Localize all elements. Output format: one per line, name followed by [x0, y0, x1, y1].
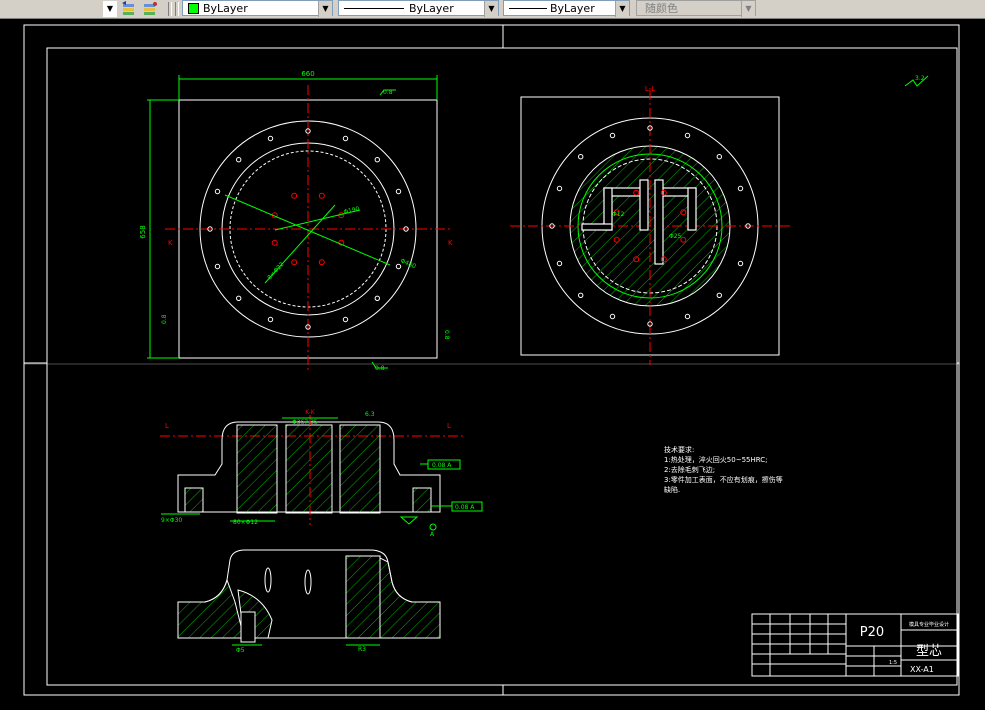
dim-hole: 8×Φ22: [266, 261, 286, 282]
bolt-hole: [342, 316, 349, 323]
dim-width: 660: [301, 70, 314, 78]
pin-hole: [291, 259, 298, 266]
title-block: P20 模具专业毕业设计 型芯 XX-A1 1:5: [751, 613, 959, 677]
plotstyle-label: 随颜色: [645, 2, 678, 15]
chevron-down-icon[interactable]: ▼: [318, 1, 332, 17]
detail-view: Φ5 R3: [177, 549, 441, 654]
lineweight-control[interactable]: ByLayer ▼: [503, 0, 630, 17]
section-mark-right: K: [448, 239, 453, 247]
rough-kk-top: 6.3: [365, 411, 375, 418]
bolt-hole: [578, 292, 584, 298]
dim-bolt: Φ190: [343, 205, 361, 216]
properties-toolbar: ▼ ByLayer ▼ ByLayer ▼ ByLayer ▼ 随颜色 ▼: [0, 0, 985, 19]
toolbar-separator: [175, 2, 179, 16]
bolt-hole: [395, 188, 402, 195]
bolt-hole: [684, 313, 691, 320]
drawing-canvas[interactable]: 660 658 Φ480 Φ190 8×Φ22 K K 0.8 0.8 0.8 …: [0, 18, 985, 705]
title-part-no: P20: [860, 625, 884, 640]
chevron-down-icon[interactable]: ▼: [484, 1, 498, 17]
tol-frame-2: 0.08 A: [455, 504, 475, 511]
plan-view-right: L-L Φ12 Φ25: [510, 85, 790, 365]
color-swatch: [188, 3, 199, 14]
tech-line-4: 缺陷.: [664, 485, 680, 494]
color-control[interactable]: ByLayer ▼: [182, 0, 333, 17]
bolt-hole: [236, 295, 242, 301]
tech-title: 技术要求:: [664, 445, 694, 454]
section-mark-left: K: [168, 239, 173, 247]
bolt-hole: [374, 157, 380, 163]
pin-hole: [318, 192, 325, 199]
chevron-down-icon[interactable]: ▼: [615, 1, 629, 17]
section-mark-kk-right: L: [447, 422, 451, 430]
corner-rough-value: 3.2: [915, 75, 925, 82]
bolt-hole: [716, 154, 722, 160]
bolt-hole: [609, 132, 616, 139]
dim-height: 658: [139, 225, 147, 238]
bolt-hole: [578, 154, 584, 160]
bolt-hole: [267, 135, 274, 142]
bolt-hole: [684, 132, 691, 139]
pin-hole: [271, 239, 278, 246]
layer-previous-icon[interactable]: [121, 1, 137, 16]
tech-requirements: 技术要求: 1:热处理，淬火回火50~55HRC; 2:去除毛刺飞边; 3:零件…: [664, 445, 783, 494]
pin-hole: [318, 259, 325, 266]
tech-line-2: 2:去除毛刺飞边;: [664, 465, 715, 474]
pin-hole: [291, 192, 298, 199]
lineweight-label: ByLayer: [550, 2, 595, 15]
dim-kk-bottom: 80×Φ12: [233, 519, 258, 526]
bolt-hole: [267, 316, 274, 323]
bolt-hole: [737, 185, 744, 192]
tech-line-1: 1:热处理，淬火回火50~55HRC;: [664, 455, 768, 464]
dim-detail-2: R3: [358, 646, 366, 653]
color-label: ByLayer: [203, 2, 248, 15]
drawing-frame: [23, 24, 960, 696]
lineweight-preview: [509, 8, 547, 9]
datum-a: A: [430, 531, 435, 538]
linetype-preview: [344, 8, 404, 9]
tol-frame-1: 0.08 A: [432, 462, 452, 469]
bolt-hole: [374, 295, 380, 301]
linetype-control[interactable]: ByLayer ▼: [338, 0, 499, 17]
tech-line-3: 3:零件加工表面，不应有划痕，擦伤等: [664, 475, 783, 484]
bolt-hole: [716, 292, 722, 298]
plotstyle-control: 随颜色 ▼: [636, 0, 756, 17]
dim-detail-1: Φ5: [236, 647, 245, 654]
corner-roughness: 3.2: [904, 75, 929, 87]
title-part-name: 型芯: [916, 644, 942, 659]
dim-kk-top: Φ367.35: [292, 419, 318, 426]
bolt-hole: [236, 157, 242, 163]
section-view-kk: K-K Φ367.35 6.3 L L 80×Φ12 9×Φ30 0.08 A …: [160, 409, 483, 538]
layer-dropdown-arrow[interactable]: ▼: [103, 1, 117, 17]
title-drawing-no: XX-A1: [910, 665, 934, 674]
dim-kk-left: 9×Φ30: [161, 517, 182, 524]
layer-states-icon[interactable]: [142, 1, 158, 16]
bolt-hole: [737, 260, 744, 267]
bolt-hole: [556, 260, 563, 267]
dim-right-b: Φ25: [669, 233, 682, 240]
section-mark-kk-left: L: [165, 422, 169, 430]
title-scale: 1:5: [889, 660, 897, 666]
bolt-hole: [395, 263, 402, 270]
linetype-label: ByLayer: [409, 2, 454, 15]
bolt-hole: [342, 135, 349, 142]
section-label-kk: K-K: [305, 409, 315, 416]
toolbar-separator: [168, 2, 172, 16]
section-label-ll: L-L: [645, 85, 655, 93]
chevron-down-icon: ▼: [741, 1, 755, 17]
title-school: 模具专业毕业设计: [909, 621, 949, 628]
bolt-hole: [556, 185, 563, 192]
bolt-hole: [214, 263, 221, 270]
rough-2: 0.8: [161, 314, 168, 324]
bolt-hole: [214, 188, 221, 195]
dim-right-a: Φ12: [612, 211, 625, 218]
plan-view-left: 660 658 Φ480 Φ190 8×Φ22 K K 0.8 0.8 0.8 …: [139, 70, 453, 372]
bolt-hole: [609, 313, 616, 320]
rough-3: 0.8: [443, 330, 450, 340]
